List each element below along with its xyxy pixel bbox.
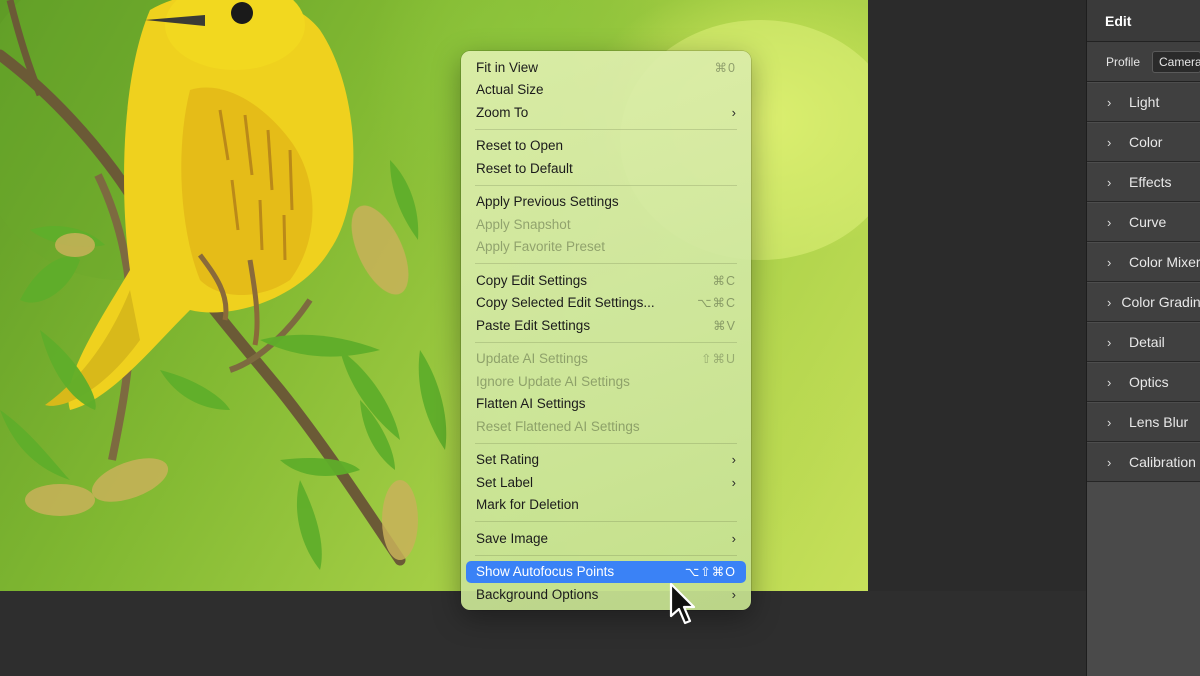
menu-item-background-options[interactable]: Background Options ›: [466, 583, 746, 606]
menu-item-actual-size[interactable]: Actual Size: [466, 79, 746, 102]
menu-item-label: Zoom To: [476, 104, 529, 120]
menu-item-label: Fit in View: [476, 59, 539, 75]
menu-item-label: Set Label: [476, 474, 534, 490]
menu-item-copy-selected-edit-settings[interactable]: Copy Selected Edit Settings... ⌥⌘C: [466, 292, 746, 315]
menu-item-shortcut: ⌘C: [712, 273, 736, 288]
profile-row: Profile Camera: [1087, 42, 1200, 82]
menu-item-label: Reset to Open: [476, 138, 564, 154]
profile-label: Profile: [1106, 54, 1141, 69]
menu-item-show-autofocus-points[interactable]: Show Autofocus Points ⌥⇧⌘O: [466, 560, 746, 583]
chevron-right-icon: ›: [1107, 374, 1112, 390]
menu-item-label: Update AI Settings: [476, 351, 588, 367]
menu-item-shortcut: ⌘0: [714, 60, 736, 75]
edit-panel-title: Edit: [1087, 0, 1200, 42]
menu-item-label: Background Options: [476, 586, 599, 602]
profile-select[interactable]: Camera: [1152, 50, 1200, 73]
edit-panel: Edit Profile Camera › Light › Color › Effects…: [1086, 0, 1200, 676]
chevron-right-icon: ›: [1107, 334, 1112, 350]
panel-section-label: Calibration: [1129, 454, 1196, 470]
menu-item-apply-snapshot: Apply Snapshot: [466, 213, 746, 236]
panel-section-label: Curve: [1129, 214, 1167, 230]
menu-item-paste-edit-settings[interactable]: Paste Edit Settings ⌘V: [466, 314, 746, 337]
menu-item-label: Reset to Default: [476, 160, 573, 176]
menu-item-shortcut: ⌥⌘C: [697, 296, 736, 311]
menu-item-fit-in-view[interactable]: Fit in View ⌘0: [466, 56, 746, 79]
chevron-right-icon: ›: [1107, 454, 1112, 470]
menu-separator: [475, 341, 737, 343]
menu-item-reset-flattened-ai-settings: Reset Flattened AI Settings: [466, 415, 746, 438]
panel-section-optics[interactable]: › Optics: [1087, 362, 1200, 402]
chevron-right-icon: ›: [1107, 294, 1112, 310]
chevron-right-icon: ›: [1107, 94, 1112, 110]
menu-item-label: Set Rating: [476, 452, 540, 468]
menu-separator: [475, 184, 737, 186]
chevron-right-icon: ›: [731, 452, 736, 468]
canvas-gutter: [868, 0, 1086, 591]
menu-item-ignore-update-ai-settings: Ignore Update AI Settings: [466, 370, 746, 393]
menu-item-apply-favorite-preset: Apply Favorite Preset: [466, 236, 746, 259]
panel-section-color[interactable]: › Color: [1087, 122, 1200, 162]
panel-section-label: Optics: [1129, 374, 1169, 390]
menu-item-label: Save Image: [476, 530, 549, 546]
panel-section-calibration[interactable]: › Calibration: [1087, 442, 1200, 482]
menu-item-zoom-to[interactable]: Zoom To ›: [466, 101, 746, 124]
menu-item-label: Copy Selected Edit Settings...: [476, 295, 655, 311]
panel-section-light[interactable]: › Light: [1087, 82, 1200, 122]
menu-item-set-rating[interactable]: Set Rating ›: [466, 449, 746, 472]
chevron-right-icon: ›: [731, 586, 736, 602]
panel-section-label: Color Mixer: [1129, 254, 1200, 270]
menu-separator: [475, 521, 737, 522]
menu-item-save-image[interactable]: Save Image ›: [466, 527, 746, 550]
menu-item-label: Reset Flattened AI Settings: [476, 418, 640, 434]
panel-section-label: Detail: [1129, 334, 1165, 350]
menu-item-flatten-ai-settings[interactable]: Flatten AI Settings: [466, 393, 746, 416]
chevron-right-icon: ›: [731, 530, 736, 546]
menu-item-label: Actual Size: [476, 82, 544, 98]
menu-item-copy-edit-settings[interactable]: Copy Edit Settings ⌘C: [466, 269, 746, 292]
panel-section-color-mixer[interactable]: › Color Mixer: [1087, 242, 1200, 282]
menu-item-shortcut: ⌥⇧⌘O: [684, 565, 736, 580]
panel-section-curve[interactable]: › Curve: [1087, 202, 1200, 242]
menu-item-label: Mark for Deletion: [476, 497, 579, 513]
menu-separator: [475, 128, 737, 130]
menu-item-update-ai-settings: Update AI Settings ⇧⌘U: [466, 348, 746, 371]
menu-item-label: Apply Favorite Preset: [476, 239, 606, 255]
menu-separator: [475, 554, 737, 556]
panel-section-label: Color: [1129, 134, 1163, 150]
menu-item-set-label[interactable]: Set Label ›: [466, 471, 746, 494]
menu-item-mark-for-deletion[interactable]: Mark for Deletion: [466, 494, 746, 517]
chevron-right-icon: ›: [1107, 174, 1112, 190]
panel-section-detail[interactable]: › Detail: [1087, 322, 1200, 362]
menu-item-label: Apply Previous Settings: [476, 194, 619, 210]
menu-item-apply-previous-settings[interactable]: Apply Previous Settings: [466, 191, 746, 214]
menu-item-label: Flatten AI Settings: [476, 396, 586, 412]
panel-section-label: Light: [1129, 94, 1160, 110]
menu-item-reset-to-default[interactable]: Reset to Default: [466, 157, 746, 180]
panel-section-label: Effects: [1129, 174, 1172, 190]
panel-section-effects[interactable]: › Effects: [1087, 162, 1200, 202]
menu-item-reset-to-open[interactable]: Reset to Open: [466, 135, 746, 158]
menu-item-shortcut: ⌘V: [713, 318, 736, 333]
panel-section-lens-blur[interactable]: › Lens Blur: [1087, 402, 1200, 442]
pointer-cursor-icon: [669, 582, 696, 625]
menu-separator: [475, 442, 737, 444]
panel-section-label: Color Grading: [1121, 294, 1200, 310]
menu-separator: [475, 263, 737, 264]
chevron-right-icon: ›: [1107, 134, 1112, 150]
chevron-right-icon: ›: [1107, 414, 1112, 430]
menu-item-label: Show Autofocus Points: [476, 564, 615, 580]
menu-item-label: Apply Snapshot: [476, 216, 571, 232]
menu-item-label: Ignore Update AI Settings: [476, 373, 630, 389]
panel-section-label: Lens Blur: [1129, 414, 1189, 430]
chevron-right-icon: ›: [731, 474, 736, 490]
menu-item-shortcut: ⇧⌘U: [700, 352, 736, 367]
chevron-right-icon: ›: [731, 104, 736, 120]
menu-item-label: Paste Edit Settings: [476, 317, 591, 333]
chevron-right-icon: ›: [1107, 254, 1112, 270]
chevron-right-icon: ›: [1107, 214, 1112, 230]
panel-section-color-grading[interactable]: › Color Grading: [1087, 282, 1200, 322]
context-menu: Fit in View ⌘0 Actual Size Zoom To › Reset to…: [461, 51, 751, 610]
menu-item-label: Copy Edit Settings: [476, 272, 588, 288]
